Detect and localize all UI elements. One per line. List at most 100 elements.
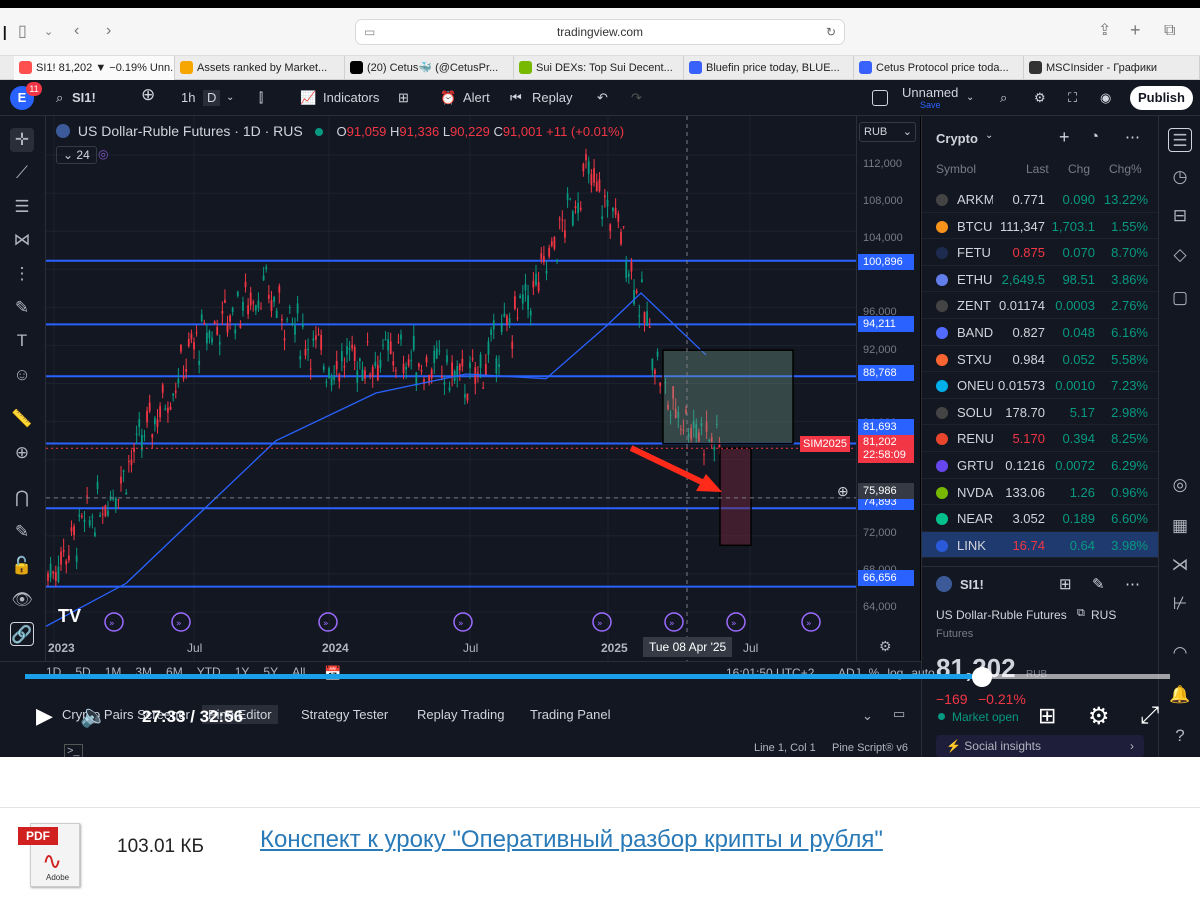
watchlist-row[interactable]: LINK 16.74 0.64 3.98% [922, 531, 1159, 559]
interval-dropdown-icon[interactable]: ⌄ [226, 90, 234, 106]
forward-icon[interactable]: › [106, 23, 111, 39]
forecast-icon[interactable]: ⋮ [10, 262, 34, 286]
layout-checkbox[interactable] [872, 90, 888, 106]
advanced-view-icon[interactable]: ◔ [1090, 128, 1099, 145]
pitchfork-icon[interactable]: ⊬ [1168, 592, 1192, 616]
external-link-icon[interactable]: ⧉ [1077, 607, 1085, 620]
header-chg-pct[interactable]: Chg% [1109, 162, 1142, 176]
player-settings-icon[interactable]: ⚙ [1088, 702, 1110, 731]
alerts-clock-icon[interactable]: ◷ [1168, 165, 1192, 189]
watchlist-row[interactable]: ARKM 0.771 0.090 13.22% [922, 186, 1159, 213]
watchlist-row[interactable]: ONEU 0.01573 0.0010 7.23% [922, 372, 1159, 399]
address-bar[interactable]: ▭ tradingview.com ↻ [355, 19, 845, 45]
back-icon[interactable]: ‹ [74, 23, 79, 39]
replay-icon[interactable]: ⏮ [510, 90, 522, 106]
more-options-icon[interactable]: ⋯ [1125, 128, 1140, 146]
candles-icon[interactable]: ⫿ [259, 90, 263, 106]
watchlist-row[interactable]: NVDA 133.06 1.26 0.96% [922, 479, 1159, 506]
alert-icon[interactable]: ⏰ [440, 90, 456, 106]
camera-icon[interactable]: ◉ [1100, 90, 1111, 106]
price-axis[interactable]: RUB ⌄ 112,000108,000104,00096,00092,0008… [856, 116, 920, 661]
attachment-link[interactable]: Конспект к уроку "Оперативный разбор кри… [260, 826, 883, 854]
watchlist-row[interactable]: BAND 0.827 0.048 6.16% [922, 319, 1159, 346]
browser-tab[interactable]: Sui DEXs: Top Sui Decent... [514, 56, 684, 80]
watchlist-row[interactable]: ZENT 0.01174 0.0003 2.76% [922, 292, 1159, 319]
watchlist-row[interactable]: RENU 5.170 0.394 8.25% [922, 425, 1159, 452]
alert-button[interactable]: Alert [463, 90, 490, 106]
target-icon[interactable]: ◎ [1168, 473, 1192, 497]
brush-icon[interactable]: ✎ [10, 296, 34, 320]
symbol-search[interactable]: SI1! [72, 90, 96, 106]
pattern-icon[interactable]: ⋈ [10, 228, 34, 252]
bookmark-icon[interactable]: ⊞ [1038, 703, 1056, 729]
broadcast-icon[interactable]: ◠ [1168, 641, 1192, 665]
watchlist-row[interactable]: GRTU 0.1216 0.0072 6.29% [922, 452, 1159, 479]
layout-dropdown-icon[interactable]: ⌄ [966, 90, 974, 106]
watchlist-row[interactable]: STXU 0.984 0.052 5.58% [922, 346, 1159, 373]
detail-more-icon[interactable]: ⋯ [1125, 575, 1140, 593]
chart-canvas[interactable]: » » » » » » » » [46, 116, 856, 661]
publish-button[interactable]: Publish [1130, 86, 1193, 110]
detail-symbol[interactable]: SI1! [960, 577, 984, 592]
add-symbol-icon[interactable]: ⊕ [141, 86, 155, 103]
layers-icon[interactable]: ◇ [1168, 243, 1192, 267]
ruler-icon[interactable]: 📏 [10, 407, 34, 431]
watchlist-title[interactable]: Crypto [936, 131, 978, 146]
share-icon[interactable]: ⇪ [1098, 23, 1111, 39]
watchlist-row[interactable]: NEAR 3.052 0.189 6.60% [922, 505, 1159, 532]
header-last[interactable]: Last [1026, 162, 1049, 176]
header-chg[interactable]: Chg [1068, 162, 1090, 176]
currency-select[interactable]: RUB ⌄ [859, 122, 916, 142]
browser-tab[interactable]: Bluefin price today, BLUE... [684, 56, 854, 80]
progress-track[interactable] [25, 667, 1170, 687]
lock-drawing-icon[interactable]: ✎ [10, 520, 34, 544]
crosshair-add-icon[interactable]: ⊕ [837, 483, 849, 500]
browser-tab[interactable]: MSCInsider - Графики [1024, 56, 1200, 80]
watchlist-row[interactable]: SOLU 178.70 5.17 2.98% [922, 399, 1159, 426]
emoji-icon[interactable]: ☺ [10, 363, 34, 387]
watchlist-row[interactable]: ETHU 2,649.5 98.51 3.86% [922, 266, 1159, 293]
eye-icon[interactable]: 👁 [10, 588, 34, 612]
watchlist-dropdown-icon[interactable]: ⌄ [985, 130, 993, 141]
indicator-settings-icon[interactable]: ◎ [98, 147, 108, 161]
indicators-icon[interactable]: 📈 [300, 90, 316, 106]
quick-search-icon[interactable]: ⌕ [1000, 90, 1007, 106]
crosshair-icon[interactable]: ✛ [10, 128, 34, 152]
templates-icon[interactable]: ⊞ [398, 90, 409, 106]
fullscreen-icon[interactable]: ⛶ [1068, 90, 1077, 106]
magnet-icon[interactable]: ⋂ [10, 486, 34, 510]
pdf-file-icon[interactable]: PDF ∿ Adobe [18, 823, 80, 889]
reload-icon[interactable]: ↻ [826, 20, 836, 44]
price-chart[interactable]: » » » » » » » » US Dollar-Ruble Futures · 1D · … [46, 116, 856, 661]
add-symbol-icon[interactable]: + [1059, 127, 1070, 148]
undo-icon[interactable]: ↶ [597, 90, 608, 106]
watchlist-icon[interactable]: ☰ [1168, 128, 1192, 152]
chevron-down-icon[interactable]: ⌄ [44, 24, 53, 40]
indicators-button[interactable]: Indicators [323, 90, 379, 106]
watchlist-row[interactable]: BTCU 111,347 1,703.1 1.55% [922, 213, 1159, 240]
fullscreen-icon[interactable]: ⤢ [1140, 702, 1159, 730]
watchlist-row[interactable]: FETU 0.875 0.070 8.70% [922, 239, 1159, 266]
sidebar-toggle-icon[interactable]: ▯ [18, 24, 27, 40]
search-icon[interactable]: ⌕ [56, 90, 63, 106]
network-icon[interactable]: ⋊ [1168, 553, 1192, 577]
play-icon[interactable]: ▶ [36, 703, 53, 729]
link-icon[interactable]: 🔗 [10, 622, 34, 646]
volume-icon[interactable]: 🔈 [80, 703, 107, 729]
replay-button[interactable]: Replay [532, 90, 572, 106]
interval-d[interactable]: D [203, 90, 221, 106]
text-tool-icon[interactable]: T [10, 329, 34, 353]
lock-icon[interactable]: 🔓 [10, 554, 34, 578]
browser-tab[interactable]: (20) Cetus🐳 (@CetusPr... [345, 56, 514, 80]
site-settings-icon[interactable]: ▭ [364, 20, 375, 44]
layout-name[interactable]: Unnamed [902, 85, 958, 100]
header-symbol[interactable]: Symbol [936, 162, 976, 176]
browser-tab[interactable]: Assets ranked by Market... [175, 56, 345, 80]
legend-title[interactable]: US Dollar-Ruble Futures · 1D · RUS [78, 123, 303, 139]
tab-overview-icon[interactable]: ⧉ [1164, 23, 1175, 39]
progress-knob[interactable] [972, 667, 993, 687]
indicator-toggle[interactable]: ⌄ 24 [56, 146, 97, 164]
browser-tab[interactable]: Cetus Protocol price toda... [854, 56, 1024, 80]
new-tab-icon[interactable]: + [1130, 21, 1141, 39]
chat-icon[interactable]: ▢ [1168, 286, 1192, 310]
